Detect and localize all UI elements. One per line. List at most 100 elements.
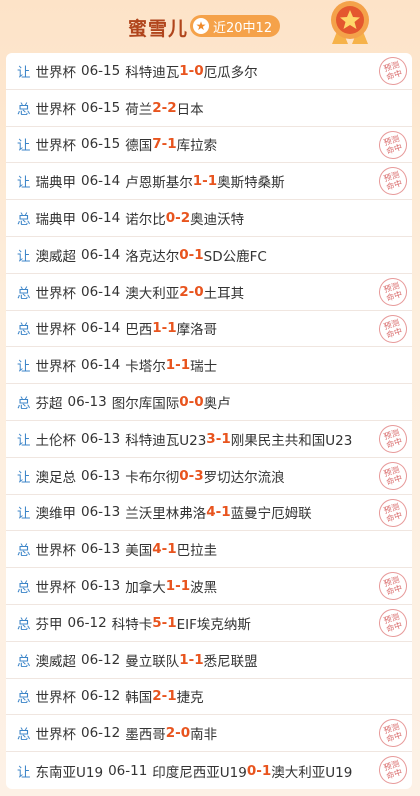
prediction-row[interactable]: 总世界杯 06-14 巴西 1 - 1 摩洛哥 预测 命中 — [6, 310, 412, 348]
home-score: 1 — [192, 173, 203, 190]
bet-type: 总 — [17, 616, 31, 633]
prediction-row[interactable]: 总世界杯 06-15 荷兰 2 - 2 日本 — [6, 90, 412, 127]
away-score: 1 — [180, 578, 191, 595]
header: 蜜雪儿 ★ 近20中12 — [0, 0, 420, 52]
home-team: 墨西哥 — [125, 727, 166, 744]
league-name: 芬甲 — [35, 616, 63, 633]
league-name: 澳维甲 — [35, 506, 77, 523]
home-score: 7 — [152, 136, 162, 153]
home-score: 4 — [206, 504, 216, 521]
prediction-row[interactable]: 让世界杯 06-15 科特迪瓦 1 - 0 厄瓜多尔 预测 命中 — [6, 53, 412, 90]
league-name: 世界杯 — [35, 101, 77, 118]
prediction-row[interactable]: 让瑞典甲 06-14 卢恩斯基尔 1 - 1 奥斯特桑斯 预测 命中 — [6, 163, 412, 201]
league-name: 世界杯 — [35, 580, 77, 597]
match-date: 06-15 — [81, 62, 121, 79]
away-team: 奥斯特桑斯 — [217, 175, 285, 192]
prediction-row[interactable]: 让澳足总 06-13 卡布尔彻 0 - 3 罗切达尔流浪 预测 命中 — [6, 458, 412, 495]
bet-type: 让 — [17, 248, 31, 265]
home-team: 卡塔尔 — [125, 359, 166, 376]
league-name: 澳威超 — [35, 653, 77, 670]
league-name: 世界杯 — [35, 64, 77, 81]
prediction-row[interactable]: 让土伦杯 06-13 科特迪瓦U23 3 - 1 刚果民主共和国U23 预测 命中 — [6, 421, 412, 458]
away-team: 南非 — [190, 727, 218, 744]
prediction-row[interactable]: 让世界杯 06-15 德国 7 - 1 库拉索 预测 命中 — [6, 126, 412, 164]
hit-stamp-icon: 预测 命中 — [375, 274, 411, 310]
home-score: 4 — [152, 541, 162, 558]
away-team: 刚果民主共和国U23 — [230, 432, 353, 449]
away-team: 波黑 — [190, 580, 218, 597]
prediction-row[interactable]: 总瑞典甲 06-14 诺尔比 0 - 2 奥迪沃特 — [6, 200, 412, 237]
home-team: 图尔库国际 — [111, 396, 180, 413]
expert-name: 蜜雪儿 — [128, 18, 189, 40]
away-team: EIF埃克纳斯 — [176, 616, 251, 633]
prediction-row[interactable]: 让澳威超 06-14 洛克达尔 0 - 1 SD公鹿FC — [6, 237, 412, 274]
away-score: 0 — [194, 62, 204, 79]
prediction-row[interactable]: 总澳威超 06-12 曼立联队 1 - 1 悉尼联盟 — [6, 642, 412, 679]
home-team: 荷兰 — [125, 101, 153, 118]
bet-type: 让 — [17, 175, 31, 192]
hit-stamp-icon: 预测 命中 — [375, 752, 411, 788]
prediction-row[interactable]: 总芬甲 06-12 科特卡 5 - 1 EIF埃克纳斯 预测 命中 — [6, 605, 412, 642]
bet-type: 总 — [17, 580, 31, 597]
bet-type: 让 — [17, 359, 31, 376]
away-score: 1 — [167, 688, 177, 705]
match-date: 06-12 — [81, 688, 121, 705]
hit-stamp-icon: 预测 命中 — [375, 126, 411, 163]
home-team: 韩国 — [125, 690, 153, 707]
match-date: 06-13 — [81, 430, 121, 447]
bet-type: 让 — [17, 469, 31, 486]
prediction-row[interactable]: 总世界杯 06-14 澳大利亚 2 - 0 土耳其 预测 命中 — [6, 274, 412, 311]
home-score: 2 — [152, 99, 162, 116]
bet-type: 让 — [17, 64, 31, 81]
home-team: 美国 — [125, 543, 153, 560]
home-score: 5 — [152, 614, 162, 631]
home-score: 0 — [179, 394, 189, 411]
away-score: 1 — [261, 762, 272, 779]
match-date: 06-12 — [81, 725, 121, 742]
bet-type: 总 — [17, 653, 31, 670]
away-team: 悉尼联盟 — [203, 653, 258, 670]
match-date: 06-13 — [81, 467, 121, 484]
league-name: 土伦杯 — [35, 432, 77, 449]
league-name: 世界杯 — [35, 690, 77, 707]
away-score: 0 — [194, 283, 204, 300]
league-name: 世界杯 — [35, 322, 77, 339]
away-team: 日本 — [176, 101, 204, 118]
match-date: 06-11 — [108, 762, 148, 779]
match-date: 06-13 — [81, 578, 121, 595]
prediction-row[interactable]: 让东南亚U19 06-11 印度尼西亚U19 0 - 1 澳大利亚U19 预测 命中 — [6, 752, 412, 789]
prediction-row[interactable]: 总世界杯 06-12 韩国 2 - 1 捷克 — [6, 679, 412, 716]
away-team: 蓝曼宁厄姆联 — [230, 506, 312, 523]
away-score: 0 — [180, 725, 191, 742]
match-date: 06-14 — [81, 320, 121, 337]
prediction-row[interactable]: 让澳维甲 06-13 兰沃里林弗洛 4 - 1 蓝曼宁厄姆联 预测 命中 — [6, 494, 412, 532]
prediction-row[interactable]: 总世界杯 06-12 墨西哥 2 - 0 南非 预测 命中 — [6, 715, 412, 753]
star-icon: ★ — [193, 18, 209, 34]
league-name: 澳威超 — [35, 248, 77, 265]
home-score: 1 — [165, 357, 176, 374]
away-score: 1 — [167, 541, 177, 558]
bet-type: 总 — [17, 285, 31, 302]
home-team: 诺尔比 — [125, 212, 166, 229]
prediction-row[interactable]: 总世界杯 06-13 加拿大 1 - 1 波黑 预测 命中 — [6, 568, 412, 605]
home-score: 0 — [179, 467, 189, 484]
home-team: 科特迪瓦U23 — [125, 432, 207, 449]
prediction-row[interactable]: 让世界杯 06-14 卡塔尔 1 - 1 瑞士 — [6, 347, 412, 385]
away-score: 1 — [221, 430, 231, 447]
match-date: 06-13 — [81, 504, 121, 521]
home-team: 加拿大 — [125, 580, 166, 597]
away-score: 2 — [180, 210, 191, 227]
away-team: 捷克 — [176, 690, 204, 707]
bet-type: 总 — [17, 727, 31, 744]
bet-type: 让 — [17, 506, 31, 523]
away-team: 奥迪沃特 — [190, 212, 245, 229]
away-team: 澳大利亚U19 — [271, 764, 353, 781]
home-score: 1 — [165, 578, 176, 595]
league-name: 东南亚U19 — [35, 764, 104, 781]
prediction-row[interactable]: 总世界杯 06-13 美国 4 - 1 巴拉圭 — [6, 531, 412, 569]
hit-stamp-icon: 预测 命中 — [375, 53, 411, 89]
away-team: 罗切达尔流浪 — [203, 469, 285, 486]
record-badge-label: 近20中12 — [213, 20, 273, 36]
match-date: 06-15 — [81, 136, 121, 153]
prediction-row[interactable]: 总芬超 06-13 图尔库国际 0 - 0 奥卢 — [6, 384, 412, 421]
